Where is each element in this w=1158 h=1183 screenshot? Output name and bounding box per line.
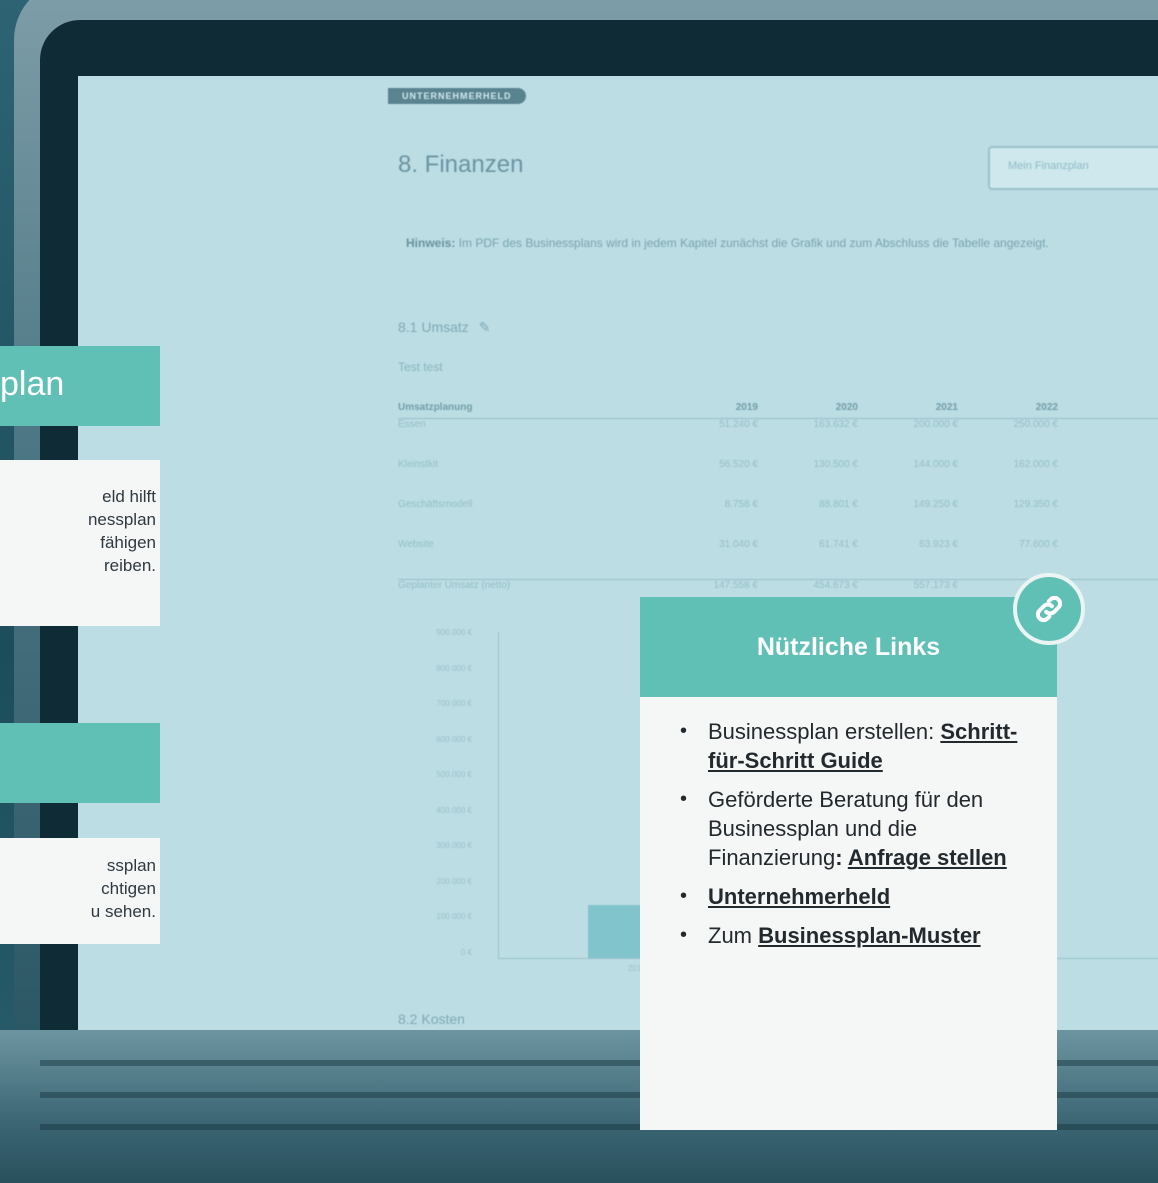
left-panel-line: nessplan xyxy=(87,510,156,529)
table-cell: 149.250 € xyxy=(913,499,959,510)
left-panel-line: u sehen. xyxy=(90,902,156,921)
table-row-label: Kleinstkit xyxy=(398,459,439,470)
hint-label: Hinweis: xyxy=(406,236,456,250)
link-icon xyxy=(1013,573,1085,645)
useful-links-title: Nützliche Links xyxy=(756,633,941,661)
table-cell: 200.000 € xyxy=(913,419,959,430)
table-cell: 454.673 € xyxy=(813,580,859,591)
table-cell: 129.350 € xyxy=(1013,499,1059,510)
table-header: Umsatzplanung 2019 2020 2021 2022 xyxy=(398,402,1158,419)
table-cell: 250.000 € xyxy=(1013,419,1059,430)
table-row: Kleinstkit 56.520 € 130.500 € 144.000 € … xyxy=(398,459,1158,499)
chart-y-tick-label: 900.000 € xyxy=(436,628,472,637)
list-item: Businessplan erstellen: Schritt-für-Schr… xyxy=(680,717,1033,775)
table-header-year: 2020 xyxy=(835,402,858,413)
chart-y-tick-label: 800.000 € xyxy=(436,663,472,673)
table-row-label: Geschäftsmodell xyxy=(398,499,473,510)
list-item: Unternehmerheld xyxy=(680,882,1033,911)
left-panel-text-box: eld hilft nessplan fähigen reiben. xyxy=(0,460,160,626)
table-cell: 147.558 € xyxy=(713,580,759,591)
section-title: 8. Finanzen xyxy=(398,151,524,178)
table-header-year: 2021 xyxy=(935,402,958,413)
table-row-label: Essen xyxy=(398,419,426,430)
chart-y-tick-label: 200.000 € xyxy=(436,876,472,886)
useful-links-body: Businessplan erstellen: Schritt-für-Schr… xyxy=(640,697,1057,1130)
left-panel-line: eld hilft xyxy=(102,487,156,506)
table-cell: 130.500 € xyxy=(813,459,859,470)
useful-links-card: Nützliche Links Businessplan erstellen: … xyxy=(640,573,1085,1130)
template-link[interactable]: Businessplan-Muster xyxy=(758,923,981,948)
request-link[interactable]: Anfrage stellen xyxy=(848,845,1007,870)
table-cell: 557.173 € xyxy=(913,580,959,591)
note-text: Test test xyxy=(398,360,443,374)
table-cell: 88.801 € xyxy=(819,499,858,510)
list-item: Zum Businessplan-Muster xyxy=(680,921,1033,950)
table-cell: 61.741 € xyxy=(819,539,858,550)
subsection-title-text: 8.1 Umsatz xyxy=(398,319,469,335)
table-total-label: Geplanter Umsatz (netto) xyxy=(398,580,511,591)
left-panel-line: chtigen xyxy=(101,879,156,898)
chart-y-tick-label: 0 € xyxy=(460,948,472,957)
link-item-prefix: Zum xyxy=(708,923,759,948)
table-cell: 31.040 € xyxy=(719,539,758,550)
left-panel-line: fähigen xyxy=(100,533,156,552)
chart-y-tick-label: 600.000 € xyxy=(436,734,472,744)
subsection-title: 8.1 Umsatz ✎ xyxy=(398,319,490,336)
table-cell: 63.923 € xyxy=(919,539,958,550)
left-panel-title: plan xyxy=(0,365,65,403)
unternehmerheld-link[interactable]: Unternehmerheld xyxy=(708,884,890,909)
table-row-label: Website xyxy=(398,539,434,550)
table-cell: 8.758 € xyxy=(724,499,758,510)
chart-y-axis: 900.000 € 800.000 € 700.000 € 600.000 € 500.… xyxy=(398,628,478,958)
chart-y-tick-label: 700.000 € xyxy=(436,699,472,709)
left-panel-text-box-2: ssplan chtigen u sehen. xyxy=(0,838,160,944)
left-panel-line: ssplan xyxy=(106,856,156,875)
table-row: Essen 51.240 € 163.632 € 200.000 € 250.0… xyxy=(398,419,1158,459)
useful-links-header: Nützliche Links xyxy=(640,597,1057,697)
finance-plan-button[interactable]: Mein Finanzplan xyxy=(988,146,1158,190)
table-cell: 51.240 € xyxy=(719,419,758,430)
link-item-prefix: Businessplan erstellen: xyxy=(708,719,941,744)
link-item-colon: : xyxy=(835,845,848,870)
left-panel-line: reiben. xyxy=(104,556,156,575)
next-section-title: 8.2 Kosten xyxy=(398,1011,465,1027)
table-header-year: 2019 xyxy=(735,402,758,413)
edit-icon[interactable]: ✎ xyxy=(479,319,491,335)
left-panel-title-box: plan xyxy=(0,346,160,426)
table-cell: 144.000 € xyxy=(913,459,959,470)
table-row: Geschäftsmodell 8.758 € 88.801 € 149.250… xyxy=(398,499,1158,539)
chart-y-tick-label: 400.000 € xyxy=(436,805,472,815)
chart-y-axis-line xyxy=(498,632,499,958)
brand-badge: UNTERNEHMERHELD xyxy=(388,88,526,104)
table-header-label: Umsatzplanung xyxy=(398,402,473,413)
left-panel-title-box-2 xyxy=(0,723,160,803)
table-cell: 77.600 € xyxy=(1019,539,1058,550)
table-cell: 162.000 € xyxy=(1013,459,1059,470)
revenue-table: Umsatzplanung 2019 2020 2021 2022 Essen … xyxy=(398,402,1158,596)
chart-y-tick-label: 300.000 € xyxy=(436,841,472,851)
table-header-year: 2022 xyxy=(1035,402,1058,413)
table-cell: 56.520 € xyxy=(719,459,758,470)
table-cell: 163.632 € xyxy=(813,419,859,430)
hint-text: Hinweis: Im PDF des Businessplans wird i… xyxy=(406,234,1158,252)
chart-y-tick-label: 100.000 € xyxy=(436,912,472,922)
useful-links-list: Businessplan erstellen: Schritt-für-Schr… xyxy=(680,717,1033,950)
finance-plan-button-label: Mein Finanzplan xyxy=(1008,160,1089,172)
hint-body: Im PDF des Businessplans wird in jedem K… xyxy=(455,236,1049,250)
list-item: Geförderte Beratung für den Businessplan… xyxy=(680,785,1033,872)
chart-y-tick-label: 500.000 € xyxy=(436,770,472,780)
